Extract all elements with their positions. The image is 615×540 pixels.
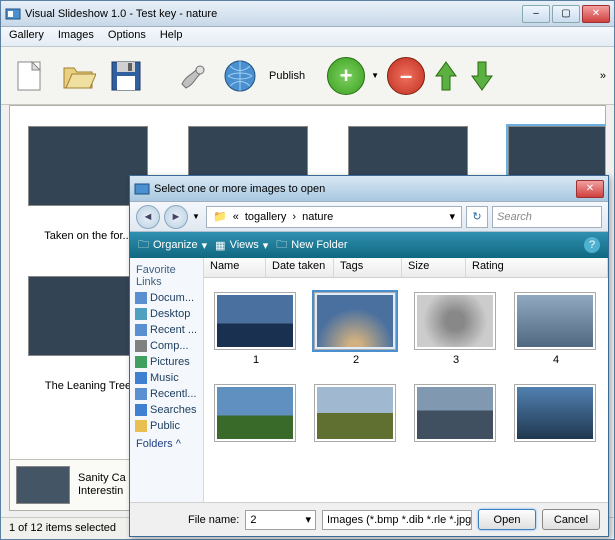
dialog-icon (134, 181, 150, 197)
file-name: 4 (514, 354, 598, 366)
chevron-right-icon: › (290, 211, 298, 223)
dialog-close-button[interactable]: ✕ (576, 180, 604, 198)
crumb-segment[interactable]: « (231, 211, 241, 223)
filename-input[interactable]: 2▾ (245, 510, 316, 530)
views-button[interactable]: ▦Views ▾ (215, 239, 268, 252)
menu-gallery[interactable]: Gallery (9, 29, 44, 44)
nav-back-button[interactable]: ◄ (136, 205, 160, 229)
fav-link[interactable]: Music (132, 370, 201, 386)
nav-history-icon[interactable]: ▼ (192, 212, 202, 221)
organize-button[interactable]: 🗀Organize ▾ (138, 236, 207, 255)
file-open-dialog: Select one or more images to open ✕ ◄ ► … (129, 175, 609, 537)
selected-thumb (16, 466, 70, 504)
search-input[interactable]: Search (492, 206, 602, 228)
menubar: Gallery Images Options Help (1, 27, 614, 47)
column-headers[interactable]: Name Date taken Tags Size Rating (204, 258, 608, 278)
file-item[interactable] (314, 384, 398, 442)
file-name: 2 (314, 354, 398, 366)
dialog-bottom-bar: File name: 2▾ Images (*.bmp *.dib *.rle … (130, 502, 608, 536)
status-text: 1 of 12 items selected (9, 522, 116, 534)
fav-link[interactable]: Searches (132, 402, 201, 418)
fav-link[interactable]: Public (132, 418, 201, 434)
filename-label: File name: (188, 514, 239, 526)
new-button[interactable] (9, 55, 51, 97)
dialog-title: Select one or more images to open (154, 183, 576, 195)
app-icon (5, 6, 21, 22)
chevron-down-icon[interactable]: ▾ (305, 513, 311, 526)
open-button[interactable] (57, 55, 99, 97)
menu-images[interactable]: Images (58, 29, 94, 44)
favorites-pane: Favorite Links Docum... Desktop Recent .… (130, 258, 204, 502)
file-item[interactable]: 1 (214, 292, 298, 366)
menu-options[interactable]: Options (108, 29, 146, 44)
main-title: Visual Slideshow 1.0 - Test key - nature (25, 8, 522, 20)
menu-help[interactable]: Help (160, 29, 183, 44)
toolbar: Publish + ▼ – » (1, 47, 614, 105)
publish-button[interactable] (219, 55, 261, 97)
fav-link[interactable]: Pictures (132, 354, 201, 370)
folder-icon: 🗀 (276, 236, 287, 255)
folders-toggle[interactable]: Folders ^ (132, 434, 201, 454)
close-button[interactable]: ✕ (582, 5, 610, 23)
file-name: 3 (414, 354, 498, 366)
save-button[interactable] (105, 55, 147, 97)
toolbar-overflow-icon[interactable]: » (600, 70, 606, 82)
move-down-button[interactable] (467, 55, 497, 97)
favorites-header: Favorite Links (132, 262, 201, 290)
file-item[interactable] (214, 384, 298, 442)
nav-forward-button[interactable]: ► (164, 205, 188, 229)
col-rating[interactable]: Rating (466, 258, 608, 277)
maximize-button[interactable]: ▢ (552, 5, 580, 23)
file-item[interactable]: 2 (314, 292, 398, 366)
file-item[interactable]: 3 (414, 292, 498, 366)
organize-icon: 🗀 (138, 236, 149, 255)
selected-caption: Interestin (78, 485, 126, 498)
new-folder-button[interactable]: 🗀New Folder (276, 236, 347, 255)
dialog-navbar: ◄ ► ▼ 📁 « togallery › nature ▾ ↻ Search (130, 202, 608, 232)
fav-link[interactable]: Recent ... (132, 322, 201, 338)
folder-icon: 📁 (211, 210, 229, 223)
refresh-button[interactable]: ↻ (466, 206, 488, 228)
fav-link[interactable]: Comp... (132, 338, 201, 354)
chevron-up-icon: ^ (176, 438, 181, 450)
dialog-titlebar[interactable]: Select one or more images to open ✕ (130, 176, 608, 202)
dialog-command-bar: 🗀Organize ▾ ▦Views ▾ 🗀New Folder ? (130, 232, 608, 258)
col-tags[interactable]: Tags (334, 258, 402, 277)
open-button[interactable]: Open (478, 509, 536, 530)
move-up-button[interactable] (431, 55, 461, 97)
minimize-button[interactable]: – (522, 5, 550, 23)
chevron-down-icon: ▾ (471, 513, 472, 526)
remove-button[interactable]: – (387, 57, 425, 95)
crumb-segment[interactable]: togallery (243, 211, 289, 223)
add-button[interactable]: + (327, 57, 365, 95)
file-name: 1 (214, 354, 298, 366)
breadcrumb[interactable]: 📁 « togallery › nature ▾ (206, 206, 462, 228)
publish-label: Publish (269, 70, 305, 82)
file-item[interactable] (514, 384, 598, 442)
selected-caption: Sanity Ca (78, 472, 126, 485)
main-titlebar[interactable]: Visual Slideshow 1.0 - Test key - nature… (1, 1, 614, 27)
col-date[interactable]: Date taken (266, 258, 334, 277)
file-list-pane: Name Date taken Tags Size Rating 1 2 3 4 (204, 258, 608, 502)
file-item[interactable] (414, 384, 498, 442)
settings-button[interactable] (171, 55, 213, 97)
cancel-button[interactable]: Cancel (542, 509, 600, 530)
fav-link[interactable]: Docum... (132, 290, 201, 306)
crumb-segment[interactable]: nature (300, 211, 335, 223)
chevron-down-icon[interactable]: ▾ (447, 210, 457, 223)
col-size[interactable]: Size (402, 258, 466, 277)
views-icon: ▦ (215, 239, 225, 252)
file-item[interactable]: 4 (514, 292, 598, 366)
add-dropdown-icon[interactable]: ▼ (371, 71, 381, 80)
fav-link[interactable]: Desktop (132, 306, 201, 322)
help-button[interactable]: ? (584, 237, 600, 253)
filetype-select[interactable]: Images (*.bmp *.dib *.rle *.jpg▾ (322, 510, 472, 530)
col-name[interactable]: Name (204, 258, 266, 277)
fav-link[interactable]: Recentl... (132, 386, 201, 402)
